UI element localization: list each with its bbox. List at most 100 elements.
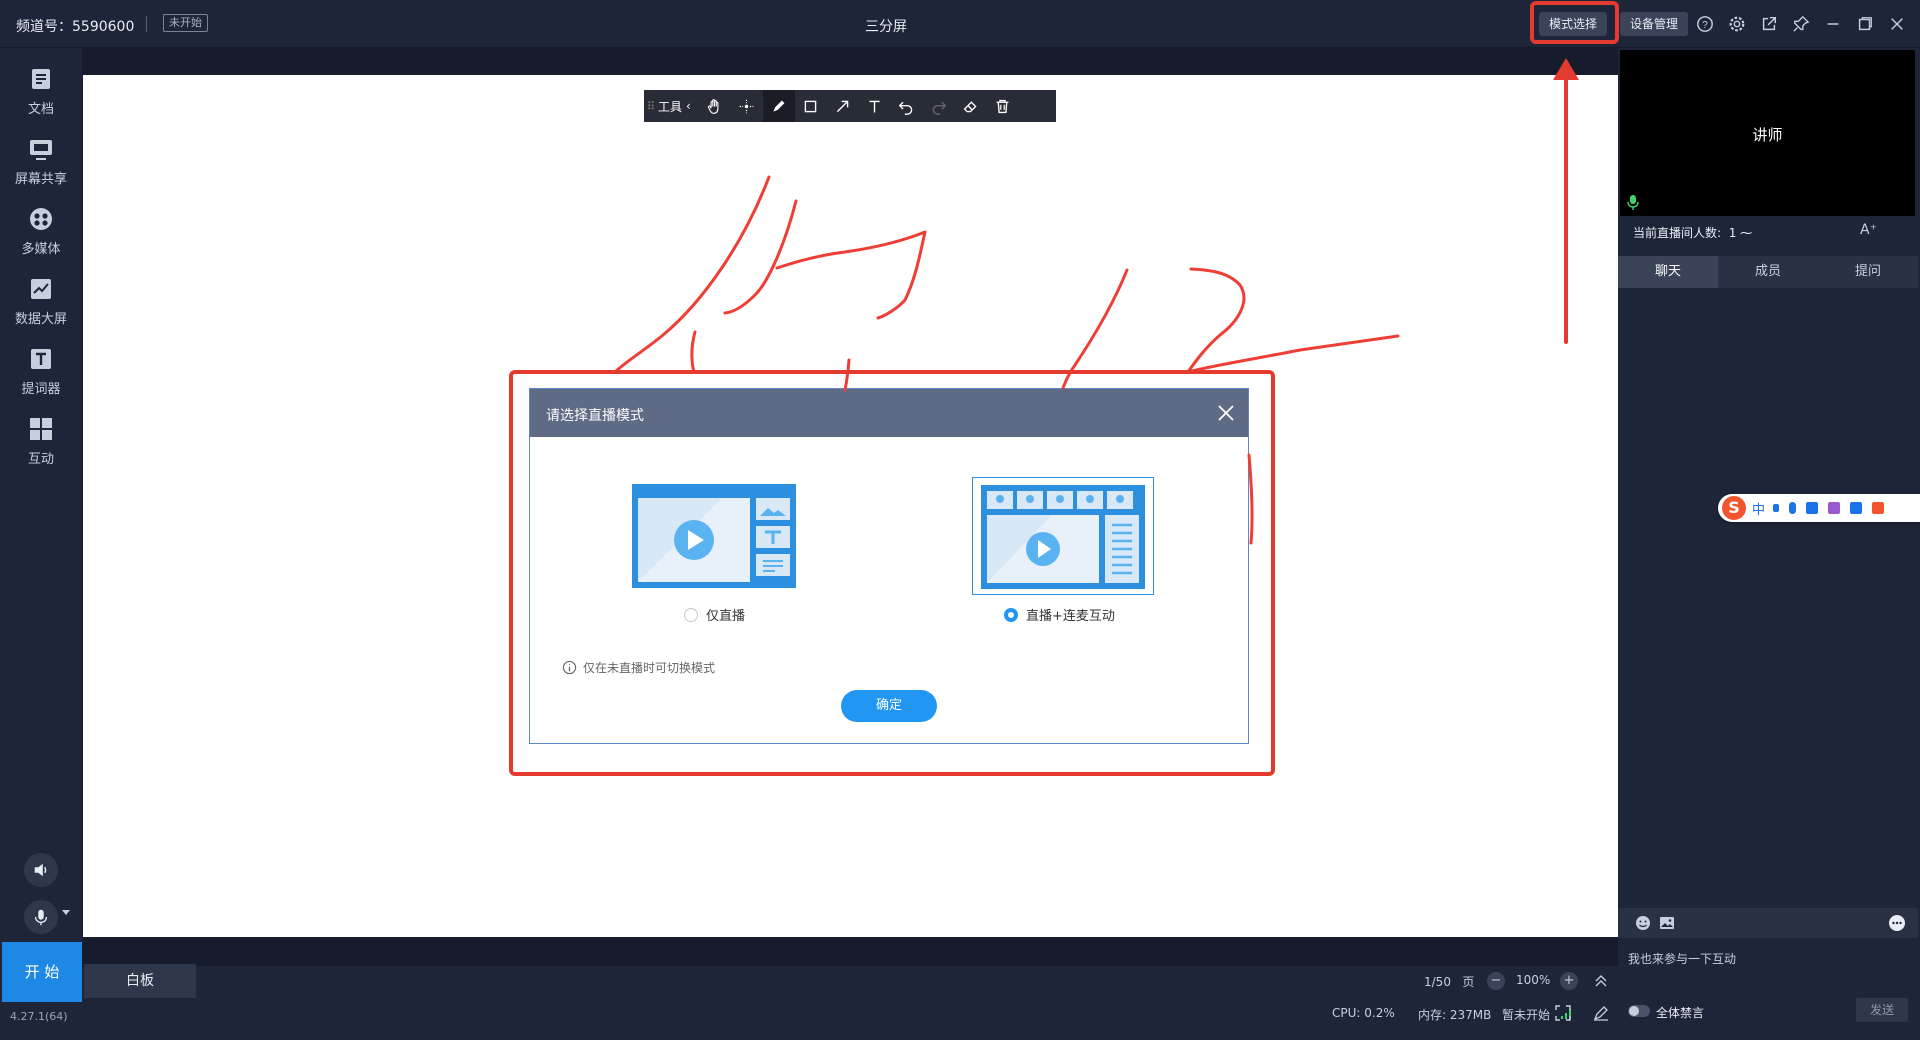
eraser-icon[interactable]: [955, 90, 987, 122]
ime-logo-icon[interactable]: S: [1722, 496, 1746, 520]
sidebar-item-document[interactable]: 文档: [0, 58, 82, 124]
sidebar-item-multimedia[interactable]: 多媒体: [0, 198, 82, 264]
tools-label[interactable]: 工具: [658, 98, 682, 115]
zoom-out-button[interactable]: −: [1487, 972, 1505, 990]
eye-closed-icon[interactable]: ⁓: [1740, 226, 1752, 240]
help-icon[interactable]: ?: [1693, 12, 1717, 36]
chat-messages[interactable]: [1618, 288, 1918, 908]
chevron-down-icon[interactable]: [62, 910, 70, 915]
sidebar-item-label: 提词器: [21, 381, 61, 397]
tab-chat[interactable]: 聊天: [1618, 256, 1718, 288]
viewer-number: 1: [1728, 226, 1737, 240]
close-icon[interactable]: [1885, 12, 1909, 36]
chevron-left-icon[interactable]: ‹: [686, 99, 691, 113]
whiteboard-toolbar: ⠿ 工具 ‹: [644, 90, 1056, 122]
zoom-level: 100%: [1516, 973, 1551, 987]
emoji-icon[interactable]: [1634, 914, 1652, 932]
chat-input[interactable]: 我也来参与一下互动: [1628, 950, 1736, 967]
info-icon: [562, 660, 577, 675]
ime-toolbar: S 中: [1718, 494, 1920, 522]
hand-icon[interactable]: [699, 90, 731, 122]
text-icon[interactable]: [859, 90, 891, 122]
punctuation-icon[interactable]: [1773, 504, 1780, 512]
redo-icon[interactable]: [923, 90, 955, 122]
svg-text:?: ?: [1702, 20, 1708, 31]
sidebar-item-label: 文档: [27, 101, 54, 117]
device-manage-button[interactable]: 设备管理: [1620, 12, 1688, 36]
arrow-icon[interactable]: [827, 90, 859, 122]
confirm-button[interactable]: 确定: [841, 690, 937, 722]
lecturer-video[interactable]: 讲师: [1620, 50, 1915, 216]
voice-icon[interactable]: [1789, 502, 1797, 514]
lecturer-name: 讲师: [1752, 126, 1783, 144]
mute-all-label: 全体禁言: [1656, 1006, 1705, 1020]
radio-live-cohost[interactable]: [1004, 607, 1018, 622]
chat-toolbar: [1618, 908, 1918, 938]
data-screen-icon: [31, 278, 51, 299]
live-only-option[interactable]: 仅直播: [684, 605, 745, 624]
skin-icon[interactable]: [1828, 502, 1841, 514]
pen-icon[interactable]: [762, 90, 795, 122]
chevron-up-icon[interactable]: [1592, 972, 1610, 990]
ime-language-toggle[interactable]: 中: [1752, 499, 1765, 518]
microphone-icon: [1627, 195, 1639, 210]
sidebar-item-interaction[interactable]: 互动: [0, 408, 82, 474]
settings-icon[interactable]: [1725, 12, 1749, 36]
zoom-in-button[interactable]: +: [1560, 972, 1578, 990]
sidebar-item-screen-share[interactable]: 屏幕共享: [0, 128, 82, 194]
live-only-illustration[interactable]: [632, 484, 796, 588]
option-label: 直播+连麦互动: [1026, 609, 1115, 624]
mode-select-button[interactable]: 模式选择: [1539, 12, 1607, 36]
microphone-button[interactable]: [24, 900, 58, 934]
sidebar-item-teleprompter[interactable]: 提词器: [0, 338, 82, 404]
maximize-icon[interactable]: [1853, 12, 1877, 36]
laser-pointer-icon[interactable]: [731, 90, 763, 122]
live-status: 暂未开始: [1502, 1008, 1551, 1022]
more-icon[interactable]: [1888, 914, 1906, 932]
bottom-bar: [82, 966, 1618, 1040]
cpu-usage: CPU: 0.2%: [1332, 1006, 1395, 1020]
live-cohost-illustration[interactable]: [972, 477, 1154, 595]
edit-icon[interactable]: [1592, 1004, 1610, 1022]
mute-all-toggle[interactable]: [1628, 1005, 1650, 1017]
keyboard-icon[interactable]: [1806, 502, 1819, 514]
hint-text: 仅在未直播时可切换模式: [583, 661, 716, 675]
undo-icon[interactable]: [891, 90, 923, 122]
viewer-label: 当前直播间人数:: [1633, 226, 1722, 240]
dialog-header: 请选择直播模式: [530, 389, 1248, 437]
send-button[interactable]: 发送: [1856, 998, 1908, 1022]
rectangle-icon[interactable]: [795, 90, 827, 122]
popout-icon[interactable]: [1757, 12, 1781, 36]
minimize-icon[interactable]: [1821, 12, 1845, 36]
live-cohost-option[interactable]: 直播+连麦互动: [1004, 605, 1115, 624]
pin-icon[interactable]: [1789, 12, 1813, 36]
page-indicator: 1/50 页: [1424, 973, 1474, 990]
speaker-button[interactable]: [24, 853, 58, 887]
drag-handle-icon[interactable]: ⠿: [644, 90, 658, 122]
extra-icon[interactable]: [1872, 502, 1885, 514]
viewer-count: 当前直播间人数: 1 ⁓: [1633, 224, 1752, 241]
tab-members[interactable]: 成员: [1718, 256, 1818, 288]
chat-tabs: 聊天 成员 提问: [1618, 256, 1918, 288]
fullscreen-icon[interactable]: [1554, 1004, 1572, 1022]
microphone-icon: [34, 909, 48, 926]
document-icon: [32, 68, 50, 89]
close-icon[interactable]: [1214, 401, 1238, 425]
image-icon[interactable]: [1658, 914, 1676, 932]
sidebar-item-label: 屏幕共享: [14, 171, 67, 187]
interaction-icon: [30, 417, 52, 440]
title-bar: 频道号：5590600 未开始 三分屏 模式选择 设备管理 ?: [0, 0, 1920, 48]
radio-live-only[interactable]: [684, 607, 698, 622]
tab-questions[interactable]: 提问: [1818, 256, 1918, 288]
window-title: 三分屏: [865, 19, 907, 35]
tab-whiteboard[interactable]: 白板: [84, 964, 196, 998]
version-label: 4.27.1(64): [10, 1010, 68, 1023]
trash-icon[interactable]: [987, 90, 1019, 122]
sidebar-item-label: 互动: [27, 451, 54, 467]
multimedia-icon: [30, 207, 52, 230]
apps-icon[interactable]: [1850, 502, 1863, 514]
start-button[interactable]: 开 始: [2, 942, 82, 1002]
speaker-icon: [34, 863, 47, 877]
sidebar-item-data-screen[interactable]: 数据大屏: [0, 268, 82, 334]
font-size-button[interactable]: A⁺: [1860, 222, 1877, 238]
